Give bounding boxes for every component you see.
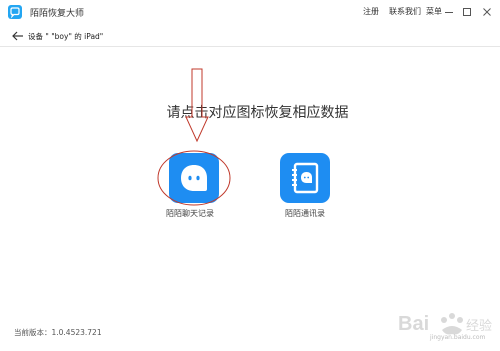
version-label: 当前版本：1.0.4523.721 (14, 328, 102, 337)
maximize-icon[interactable] (461, 6, 473, 18)
back-arrow-icon[interactable] (11, 29, 25, 43)
instruction-prompt: 请点击对应图标恢复相应数据 (166, 105, 349, 121)
chat-records-label: 陌陌聊天记录 (166, 209, 214, 218)
menu-link[interactable]: 菜单 (426, 6, 442, 17)
contacts-button[interactable] (280, 153, 330, 203)
momo-logo-icon (8, 5, 22, 19)
tutorial-annotation (157, 68, 231, 206)
title-bar: 陌陌恢复大师 注册 联系我们 菜单 (0, 0, 500, 25)
contacts-label: 陌陌通讯录 (285, 209, 325, 218)
contacts-book-icon (292, 162, 319, 194)
device-label: 设备 " "boy" 的 iPad" (28, 32, 104, 41)
device-nav-bar: 设备 " "boy" 的 iPad" (0, 26, 500, 47)
chat-bubble-icon (181, 165, 207, 191)
svg-text:Bai: Bai (398, 313, 429, 335)
minimize-icon[interactable] (443, 6, 455, 18)
register-link[interactable]: 注册 (363, 6, 379, 17)
app-title: 陌陌恢复大师 (30, 9, 85, 19)
close-icon[interactable] (481, 6, 493, 18)
watermark-url: jingyan.baidu.com (430, 334, 486, 341)
chat-records-button[interactable] (169, 153, 219, 203)
svg-text:经验: 经验 (466, 318, 492, 334)
contact-us-link[interactable]: 联系我们 (389, 6, 421, 17)
